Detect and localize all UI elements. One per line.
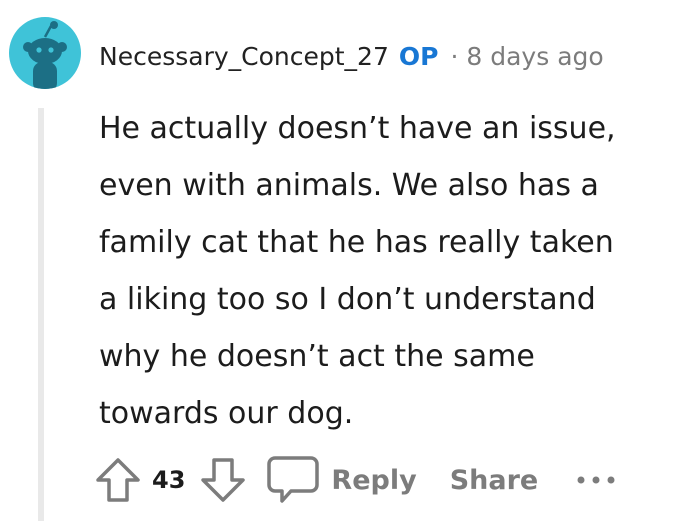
upvote-arrow-icon <box>96 458 140 502</box>
thread-line[interactable] <box>38 108 44 521</box>
comment-meta: Necessary_Concept_27 OP · 8 days ago <box>99 38 604 74</box>
comment-body: He actually doesn’t have an issue, even … <box>99 100 684 442</box>
upvote-button[interactable] <box>94 456 142 504</box>
op-badge: OP <box>398 41 439 71</box>
reply-label: Reply <box>331 464 417 496</box>
meta-separator: · <box>450 41 459 71</box>
downvote-button[interactable] <box>199 456 247 504</box>
username[interactable]: Necessary_Concept_27 <box>99 42 389 71</box>
ellipsis-icon <box>577 476 615 483</box>
comment-line: towards our dog. <box>99 396 354 431</box>
share-button[interactable]: Share <box>450 465 539 496</box>
reply-button[interactable]: Reply <box>267 455 417 505</box>
more-options-button[interactable] <box>576 471 616 490</box>
vote-count: 43 <box>152 466 186 494</box>
speech-bubble-icon <box>267 456 320 503</box>
comment-line: why he doesn’t act the same <box>99 339 535 374</box>
comment-timestamp[interactable]: 8 days ago <box>466 42 603 71</box>
avatar[interactable] <box>9 17 81 89</box>
comment-actions: 43 Reply Share <box>94 452 616 508</box>
comment-line: a liking too so I don’t understand <box>99 282 596 317</box>
comment-line: even with animals. We also has a <box>99 168 599 203</box>
comment-line: family cat that he has really taken <box>99 225 614 260</box>
snoo-avatar-icon <box>23 21 67 89</box>
downvote-arrow-icon <box>201 458 246 502</box>
comment-line: He actually doesn’t have an issue, <box>99 111 616 146</box>
